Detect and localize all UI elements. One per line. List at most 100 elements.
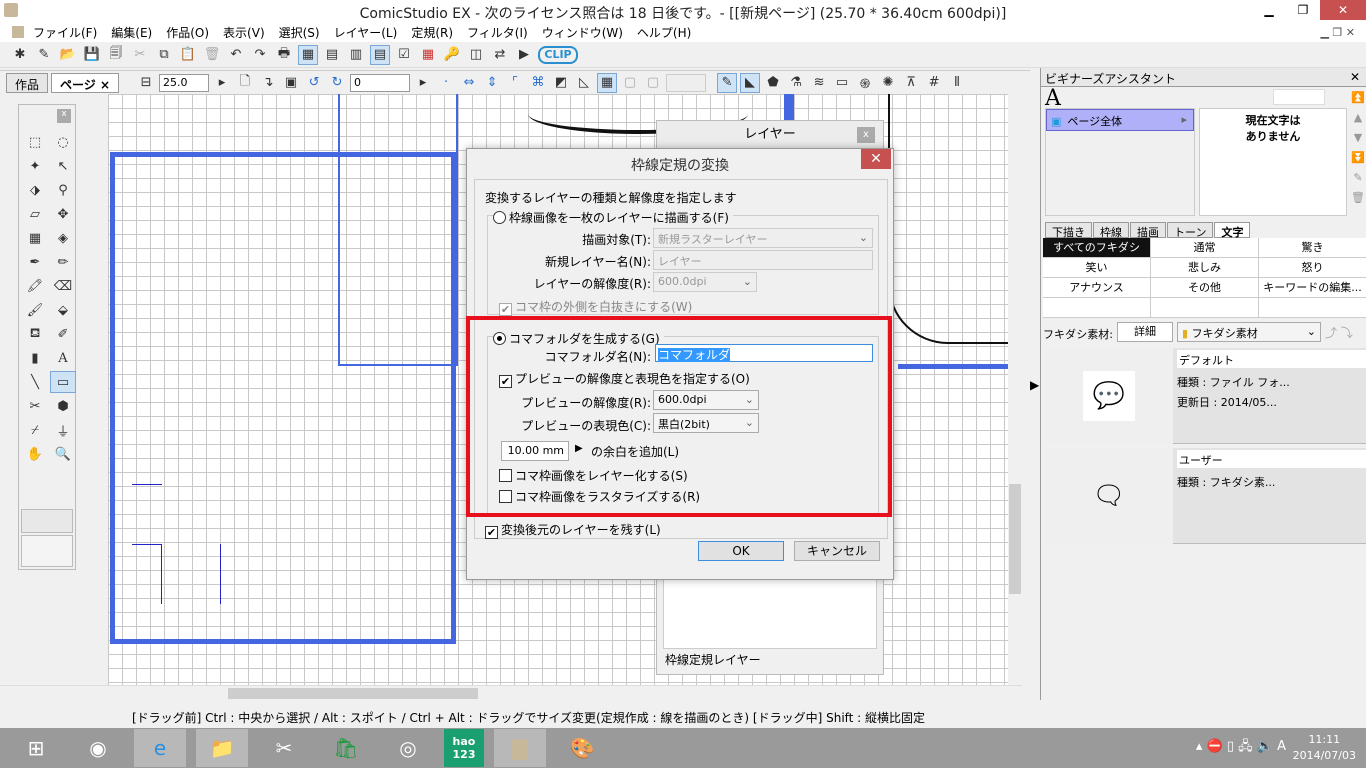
flip-v-icon[interactable]: ⇕ [482,73,502,93]
move-icon[interactable]: ✥ [50,203,76,225]
page-icon[interactable]: 🗋 [235,73,255,93]
properties-icon[interactable]: ▥ [346,45,366,65]
order-buttons[interactable]: ⏫ ▲ ▼ ⏬ ✎ 🗑 [1351,88,1365,208]
menu-work[interactable]: 作品(O) [166,24,209,41]
zoom-arrow-icon[interactable]: ▸ [212,73,232,93]
open-icon[interactable]: 📂 [58,45,78,65]
hao123-icon[interactable]: hao 123 [444,729,484,767]
keyword-empty[interactable] [1259,298,1366,318]
option1-radio[interactable]: 枠線画像を一枚のレイヤーに描画する(F) [493,209,733,226]
sync-icon[interactable]: ⇄ [490,45,510,65]
keyword-normal[interactable]: 通常 [1151,238,1259,258]
keyword-edit[interactable]: キーワードの編集... [1259,278,1366,298]
guide-icon[interactable]: ◺ [574,73,594,93]
rotate-right-icon[interactable]: ↻ [327,73,347,93]
menu-edit[interactable]: 編集(E) [111,24,152,41]
brush-icon[interactable]: 🖌 [22,299,48,321]
tab-close-icon[interactable]: × [100,78,110,92]
grid-icon[interactable]: ⌘ [528,73,548,93]
rotate-arrow-icon[interactable]: ▸ [413,73,433,93]
triangle-icon[interactable]: ◣ [740,72,761,93]
palette-toggle-icon[interactable]: ⫴ [947,73,967,93]
app-swirl-icon[interactable]: ◉ [72,729,124,767]
flip-h-icon[interactable]: ⇔ [459,73,479,93]
minimize-button[interactable]: ▁ [1252,0,1286,20]
marker-icon[interactable]: 🖍 [22,275,48,297]
stroke-icon[interactable]: ≋ [809,73,829,93]
tool-options-icon[interactable]: ▤ [322,45,342,65]
material-item[interactable]: 💬 デフォルト 種類 : ファイル フォ... 更新日 : 2014/05... [1045,348,1366,444]
balloon-icon[interactable]: ✂ [22,395,48,417]
ime-indicator[interactable]: A [1277,739,1286,754]
material-item[interactable]: 🗨 ユーザー 種類 : フキダシ素... [1045,448,1366,544]
comicstudio-icon[interactable]: ▇ [494,729,546,767]
menu-help[interactable]: ヘルプ(H) [637,24,691,41]
delete-icon[interactable]: 🗑 [202,45,222,65]
fill-bucket-icon[interactable]: ⛾ [22,323,48,345]
material-icon[interactable]: 🔑 [442,45,462,65]
tab-work[interactable]: 作品 [6,72,49,93]
new-work-icon[interactable]: ✱ [10,45,30,65]
layer-panel-close-icon[interactable]: x [857,127,875,143]
tab-sketch[interactable]: 下描き [1045,222,1092,239]
layer-name[interactable]: 枠線定規レイヤー [665,651,761,668]
vertical-scrollbar[interactable] [1008,94,1022,685]
dialog-close-button[interactable]: ✕ [861,149,891,169]
tab-frame[interactable]: 枠線 [1093,222,1129,239]
layer-palette-icon[interactable]: ▤ [370,44,390,65]
eyedropper-icon[interactable]: ⚲ [50,179,76,201]
menu-filter[interactable]: フィルタ(I) [467,24,528,41]
pen-mode-icon[interactable]: ✎ [717,72,738,93]
save-all-icon[interactable]: 🗐 [106,45,126,65]
shape-icon[interactable]: ⬟ [763,73,783,93]
print-size-icon[interactable]: ▣ [281,73,301,93]
eyedrop-icon[interactable]: ⚗ [786,73,806,93]
hash-icon[interactable]: # [924,73,944,93]
paste-icon[interactable]: 📋 [178,45,198,65]
tab-text[interactable]: 文字 [1214,222,1251,239]
scope-item[interactable]: ▣ ページ全体 ▸ [1046,109,1194,131]
print-icon[interactable]: 🖶 [274,45,294,65]
zoom-input[interactable]: 25.0 [159,73,210,92]
correction-icon[interactable]: ⌿ [22,419,48,441]
fill-icon[interactable]: ▭ [832,73,852,93]
copy-icon[interactable]: ⧉ [154,45,174,65]
reset-icon[interactable]: · [436,73,456,93]
rectangle-tool-icon[interactable]: ▭ [50,371,76,393]
menu-select[interactable]: 選択(S) [279,24,320,41]
panel-tool-icon[interactable]: ▦ [22,227,48,249]
lasso-icon[interactable]: ◌ [50,131,76,153]
hand-icon[interactable]: ✋ [22,443,48,465]
pencil-icon[interactable]: ✏ [50,251,76,273]
transform-icon[interactable]: ◈ [50,227,76,249]
explorer-icon[interactable]: 📁 [196,729,248,767]
keyword-laugh[interactable]: 笑い [1043,258,1151,278]
folder-nav-icons[interactable]: ⤴ ⤵ [1325,324,1353,341]
fit-page-icon[interactable]: ⊟ [136,73,156,93]
keep-original-checkbox[interactable]: ✔ 変換後元のレイヤーを残す(L) [485,521,661,539]
vertical-ruler-icon[interactable]: ⊼ [901,73,921,93]
horizontal-scrollbar[interactable] [0,685,1022,700]
ruler-tool-icon[interactable]: ▱ [22,203,48,225]
start-icon[interactable]: ⊞ [10,729,62,767]
chrome-icon[interactable]: ◎ [382,729,434,767]
color-swatches[interactable] [21,509,73,533]
vertical-scroll-thumb[interactable] [1009,484,1021,594]
ok-button[interactable]: OK [698,541,784,561]
tray-icons[interactable]: ▴ ⛔ ▯ 🖧 🔈 A [1196,737,1286,759]
text-tool-icon[interactable]: A [50,347,76,369]
mdi-controls[interactable]: ▁ ❐ ✕ [1320,26,1355,39]
object-select-icon[interactable]: ↖ [50,155,76,177]
pattern-brush-icon[interactable]: ✐ [50,323,76,345]
ie-icon[interactable]: e [134,729,186,767]
navigator-icon[interactable]: ☑ [394,45,414,65]
keyword-other[interactable]: その他 [1151,278,1259,298]
snap-icon[interactable]: ◩ [551,73,571,93]
close-window-button[interactable]: ✕ [1320,0,1366,20]
selected-frame[interactable] [338,94,458,366]
cancel-button[interactable]: キャンセル [794,541,880,561]
keyword-empty[interactable] [1151,298,1259,318]
stamp-icon[interactable]: ⬢ [50,395,76,417]
rect-select-icon[interactable]: ⬚ [22,131,48,153]
new-page-icon[interactable]: ✎ [34,45,54,65]
